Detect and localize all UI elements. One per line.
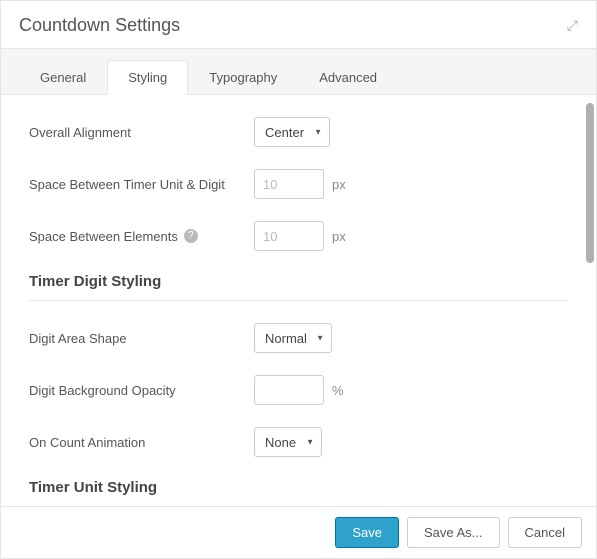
label-space-elements: Space Between Elements ?	[29, 229, 254, 244]
select-overall-alignment[interactable]: Center	[254, 117, 330, 147]
select-digit-area-shape[interactable]: Normal	[254, 323, 332, 353]
row-digit-bg-opacity: Digit Background Opacity %	[29, 375, 568, 405]
cancel-button[interactable]: Cancel	[508, 517, 582, 548]
input-space-elements[interactable]	[254, 221, 324, 251]
settings-modal: Countdown Settings ⤢ General Styling Typ…	[0, 0, 597, 559]
label-count-animation: On Count Animation	[29, 435, 254, 450]
tab-advanced[interactable]: Advanced	[298, 60, 398, 95]
settings-content: Overall Alignment Center Space Between T…	[1, 95, 596, 506]
tab-general[interactable]: General	[19, 60, 107, 95]
label-digit-bg-opacity: Digit Background Opacity	[29, 383, 254, 398]
unit-space-elements: px	[332, 229, 346, 244]
divider-digit-styling	[29, 300, 568, 301]
label-digit-area-shape: Digit Area Shape	[29, 331, 254, 346]
content-scroll-area: Overall Alignment Center Space Between T…	[1, 95, 596, 506]
label-space-elements-text: Space Between Elements	[29, 229, 178, 244]
row-overall-alignment: Overall Alignment Center	[29, 117, 568, 147]
section-unit-styling: Timer Unit Styling	[29, 479, 568, 506]
modal-header: Countdown Settings ⤢	[1, 1, 596, 48]
tab-typography[interactable]: Typography	[188, 60, 298, 95]
tab-bar: General Styling Typography Advanced	[1, 48, 596, 95]
modal-footer: Save Save As... Cancel	[1, 506, 596, 558]
unit-digit-bg-opacity: %	[332, 383, 344, 398]
row-digit-area-shape: Digit Area Shape Normal	[29, 323, 568, 353]
input-digit-bg-opacity[interactable]	[254, 375, 324, 405]
select-count-animation[interactable]: None	[254, 427, 322, 457]
label-overall-alignment: Overall Alignment	[29, 125, 254, 140]
row-count-animation: On Count Animation None	[29, 427, 568, 457]
scrollbar-thumb[interactable]	[586, 103, 594, 263]
label-space-unit-digit: Space Between Timer Unit & Digit	[29, 177, 254, 192]
row-space-elements: Space Between Elements ? px	[29, 221, 568, 251]
expand-icon[interactable]: ⤢	[567, 17, 578, 34]
section-digit-styling: Timer Digit Styling	[29, 273, 568, 300]
modal-title: Countdown Settings	[19, 15, 180, 36]
input-space-unit-digit[interactable]	[254, 169, 324, 199]
save-as-button[interactable]: Save As...	[407, 517, 500, 548]
unit-space-unit-digit: px	[332, 177, 346, 192]
save-button[interactable]: Save	[335, 517, 399, 548]
help-icon[interactable]: ?	[184, 229, 198, 243]
row-space-unit-digit: Space Between Timer Unit & Digit px	[29, 169, 568, 199]
tab-styling[interactable]: Styling	[107, 60, 188, 95]
